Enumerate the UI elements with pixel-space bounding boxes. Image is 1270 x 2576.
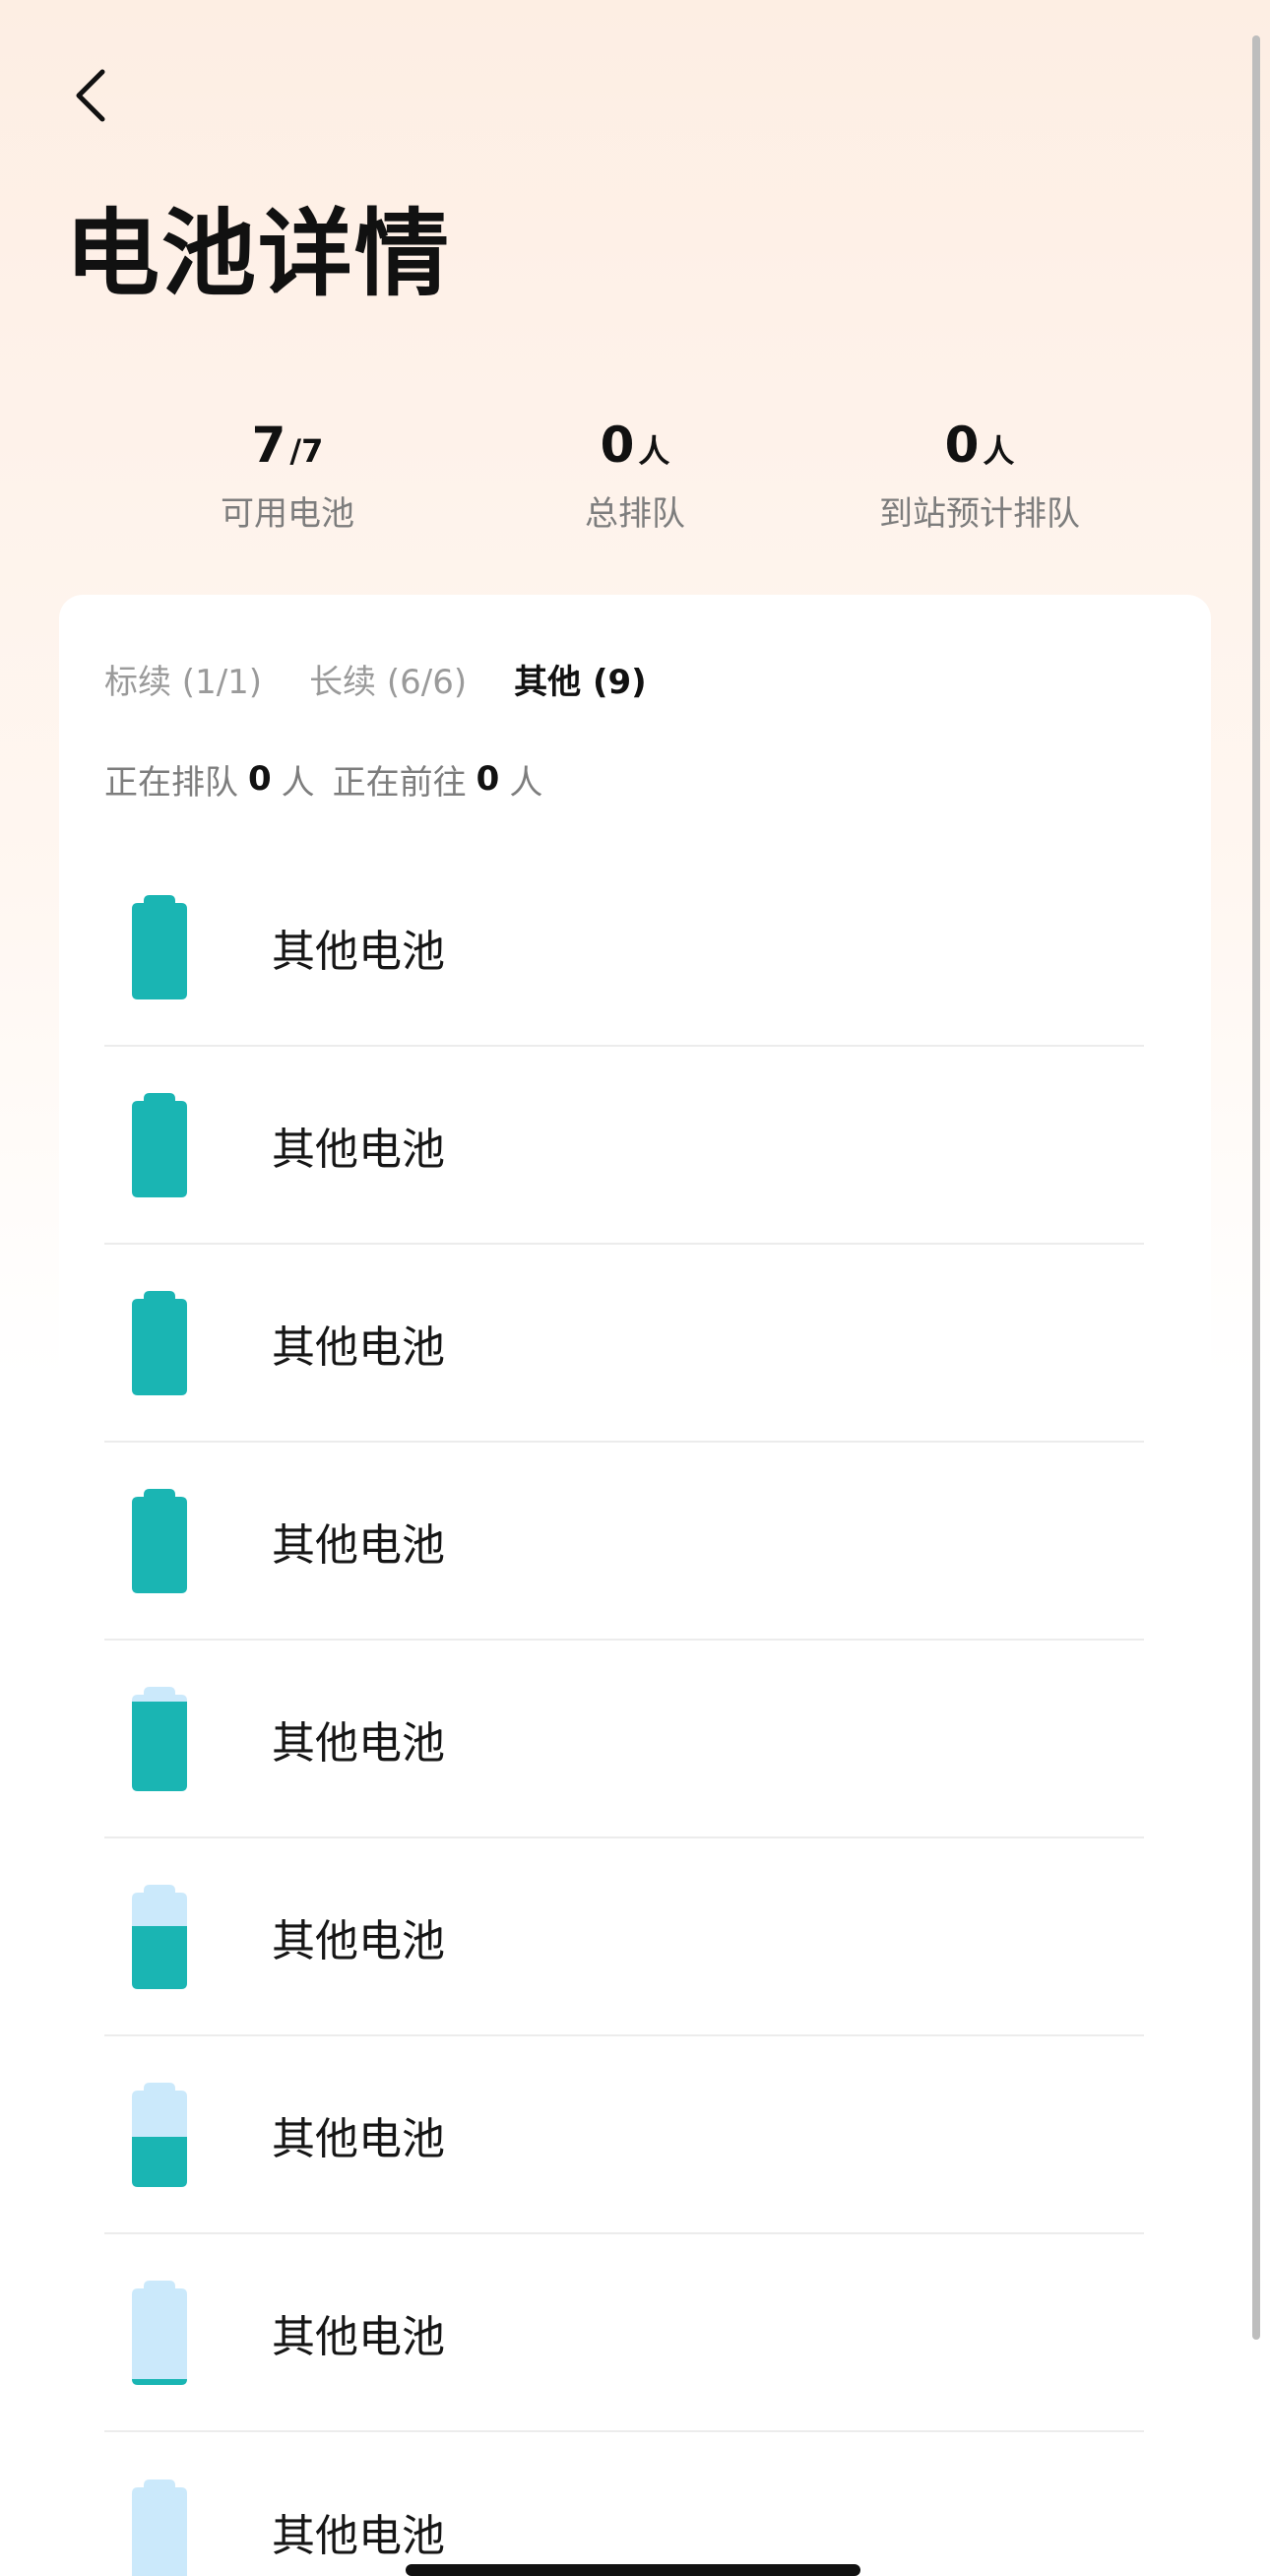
battery-row[interactable]: 其他电池 [104, 1047, 1144, 1245]
queuing-count: 0 [248, 759, 272, 799]
battery-card: 标续 (1/1) 长续 (6/6) 其他 (9) 正在排队 0 人 正在前往 0… [59, 595, 1211, 2576]
scrollbar[interactable] [1252, 35, 1260, 2340]
queuing-label: 正在排队 [104, 762, 238, 803]
battery-icon [132, 2280, 187, 2385]
battery-details-page: 电池详情 7/7 可用电池 0人 总排队 0人 到站预计排队 标续 (1/1) … [0, 0, 1270, 2576]
queuing-unit: 人 [281, 762, 315, 803]
battery-label: 其他电池 [272, 2113, 445, 2164]
battery-charge-level [132, 1701, 187, 1791]
battery-charge-level [132, 1925, 187, 1989]
battery-row[interactable]: 其他电池 [104, 2432, 1144, 2576]
stat-value: 7 [251, 417, 286, 474]
battery-label: 其他电池 [272, 1519, 445, 1571]
battery-icon [132, 1884, 187, 1989]
back-button[interactable] [61, 61, 120, 130]
battery-charge-level [132, 894, 187, 999]
battery-icon [132, 894, 187, 999]
battery-list: 其他电池 其他电池 其他电池 其他电池 其他电池 其他电池 其他电池 其他电池 其他电池 [104, 849, 1144, 2576]
battery-label: 其他电池 [272, 2311, 445, 2362]
battery-charge-level [132, 2136, 187, 2187]
battery-label: 其他电池 [272, 2510, 445, 2561]
battery-label: 其他电池 [272, 1717, 445, 1769]
stat-total-queue: 0人 总排队 [458, 414, 812, 535]
tab-long-range[interactable]: 长续 (6/6) [309, 655, 467, 703]
battery-icon [132, 2082, 187, 2187]
battery-row[interactable]: 其他电池 [104, 1443, 1144, 1641]
stat-unit: 人 [983, 432, 1015, 470]
stat-value: 0 [600, 417, 635, 474]
battery-row[interactable]: 其他电池 [104, 1641, 1144, 1838]
tab-standard[interactable]: 标续 (1/1) [104, 655, 262, 703]
battery-label: 其他电池 [272, 1124, 445, 1175]
stat-label: 可用电池 [221, 494, 354, 534]
battery-icon [132, 2479, 187, 2576]
battery-charge-level [132, 1092, 187, 1197]
battery-label: 其他电池 [272, 1915, 445, 1966]
battery-label: 其他电池 [272, 1321, 445, 1373]
heading-unit: 人 [509, 762, 543, 803]
battery-row[interactable]: 其他电池 [104, 849, 1144, 1047]
stat-label: 总排队 [585, 494, 685, 534]
stat-available-batteries: 7/7 可用电池 [110, 414, 465, 535]
battery-charge-level [132, 1488, 187, 1593]
stat-value: 0 [944, 417, 980, 474]
page-title: 电池详情 [65, 199, 451, 309]
battery-icon [132, 1092, 187, 1197]
heading-label: 正在前往 [332, 762, 467, 803]
stat-label: 到站预计排队 [879, 494, 1080, 534]
battery-row[interactable]: 其他电池 [104, 1245, 1144, 1443]
battery-row[interactable]: 其他电池 [104, 2036, 1144, 2234]
battery-icon [132, 1488, 187, 1593]
battery-charge-level [132, 1290, 187, 1395]
battery-type-tabs: 标续 (1/1) 长续 (6/6) 其他 (9) [104, 654, 694, 703]
stat-unit: 人 [638, 432, 670, 470]
battery-row[interactable]: 其他电池 [104, 1838, 1144, 2036]
stat-arrival-queue: 0人 到站预计排队 [802, 414, 1157, 535]
tab-other[interactable]: 其他 (9) [514, 655, 647, 703]
battery-charge-level [132, 2378, 187, 2385]
queue-status: 正在排队 0 人 正在前往 0 人 [104, 754, 542, 804]
home-indicator[interactable] [406, 2564, 860, 2576]
battery-icon [132, 1686, 187, 1791]
battery-row[interactable]: 其他电池 [104, 2234, 1144, 2432]
battery-label: 其他电池 [272, 926, 445, 977]
heading-count: 0 [476, 759, 500, 799]
stats-summary: 7/7 可用电池 0人 总排队 0人 到站预计排队 [0, 414, 1270, 542]
chevron-left-icon [76, 69, 105, 122]
stat-unit: /7 [289, 432, 324, 470]
battery-icon [132, 1290, 187, 1395]
